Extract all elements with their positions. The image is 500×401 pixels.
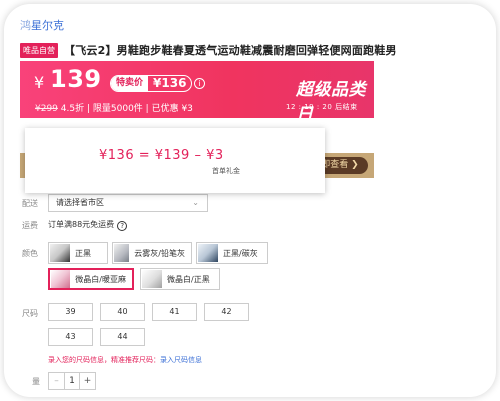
color-option[interactable]: 正黑/碳灰 [196,242,268,264]
limit-text: 限量5000件 [92,104,143,114]
saved-text: 已优惠 ¥3 [151,104,193,114]
color-option-label: 微晶白/暖亚麻 [75,274,126,284]
increment-button[interactable]: + [80,373,95,389]
size-option[interactable]: 41 [152,303,197,321]
size-hint-text: 录入您的尺码信息，精准推荐尺码： [48,356,160,364]
address-placeholder: 请选择省市区 [56,198,104,207]
quantity-value[interactable]: 1 [64,373,80,389]
size-option[interactable]: 39 [48,303,93,321]
countdown-value: 12 : 19 : 20 [286,103,333,111]
size-option[interactable]: 43 [48,328,93,346]
shipping-info: 订单满88元免运费? [48,219,128,231]
color-option-selected[interactable]: 微晶白/暖亚麻 [48,268,134,290]
brand-link[interactable]: 鸿星尔克 [20,17,64,33]
current-price: 139 [50,65,102,93]
quantity-stepper: – 1 + [48,372,96,390]
shoe-thumbnail [50,244,70,262]
price-info-icon[interactable]: i [194,78,205,89]
shoe-thumbnail [198,244,218,262]
shoe-thumbnail [114,244,130,262]
product-title-row: 唯品自营 【飞云2】男鞋跑步鞋春夏透气运动鞋减震耐磨回弹轻便网面跑鞋男 [20,42,490,58]
color-option-label: 正黑/碳灰 [223,248,258,258]
brand-name: 星尔克 [31,19,64,32]
color-option[interactable]: 正黑 [48,242,108,264]
color-option[interactable]: 云雾灰/铅笔灰 [112,242,192,264]
color-option-label: 微晶白/正黑 [167,274,210,284]
special-price-badge: 特卖价 ¥136 [110,75,193,92]
help-icon[interactable]: ? [117,221,128,231]
color-label: 颜色 [22,249,38,258]
self-operated-tag: 唯品自营 [20,42,58,58]
shoe-thumbnail [51,270,71,288]
discount-text: 4.5折 [60,104,85,114]
quantity-label: 量 [32,377,40,386]
event-name: 超级品类日 [296,80,366,125]
size-option[interactable]: 42 [204,303,249,321]
size-label: 尺码 [22,309,38,318]
special-price-label: 特卖价 [111,76,149,91]
size-option[interactable]: 40 [100,303,145,321]
color-option-label: 正黑 [75,248,91,258]
countdown-timer: 12 : 19 : 20 后结束 [286,102,358,112]
shipping-label: 运费 [22,221,38,230]
price-subline: ¥299 4.5折 | 限量5000件 | 已优惠 ¥3 [35,101,193,114]
special-price-value: ¥136 [153,76,187,90]
countdown-suffix: 后结束 [335,103,358,111]
color-option-label: 云雾灰/铅笔灰 [134,248,185,258]
currency-symbol: ¥ [34,73,45,92]
chevron-down-icon: ⌄ [192,198,199,207]
delivery-label: 配送 [22,199,38,208]
price-breakdown-popup: ¥136 = ¥139 – ¥3 首单礼金 [25,128,325,193]
price-formula: ¥136 = ¥139 – ¥3 [99,148,224,163]
shoe-thumbnail [142,270,162,288]
address-select[interactable]: 请选择省市区 ⌄ [48,194,208,212]
decrement-button[interactable]: – [49,373,64,389]
color-option[interactable]: 微晶白/正黑 [140,268,220,290]
size-hint: 录入您的尺码信息，精准推荐尺码：录入尺码信息 [48,355,202,365]
first-order-gift-note: 首单礼金 [212,167,240,175]
shipping-text: 订单满88元免运费 [48,220,115,229]
product-panel: 鸿星尔克 唯品自营 【飞云2】男鞋跑步鞋春夏透气运动鞋减震耐磨回弹轻便网面跑鞋男… [4,4,496,397]
size-option[interactable]: 44 [100,328,145,346]
promo-banner: ¥ 139 特卖价 ¥136 i ¥299 4.5折 | 限量5000件 | 已… [20,61,374,125]
original-price: ¥299 [35,104,58,114]
enter-size-link[interactable]: 录入尺码信息 [160,356,202,364]
brand-cut-glyph: 鸿 [20,19,31,32]
product-title: 【飞云2】男鞋跑步鞋春夏透气运动鞋减震耐磨回弹轻便网面跑鞋男 [64,44,397,57]
